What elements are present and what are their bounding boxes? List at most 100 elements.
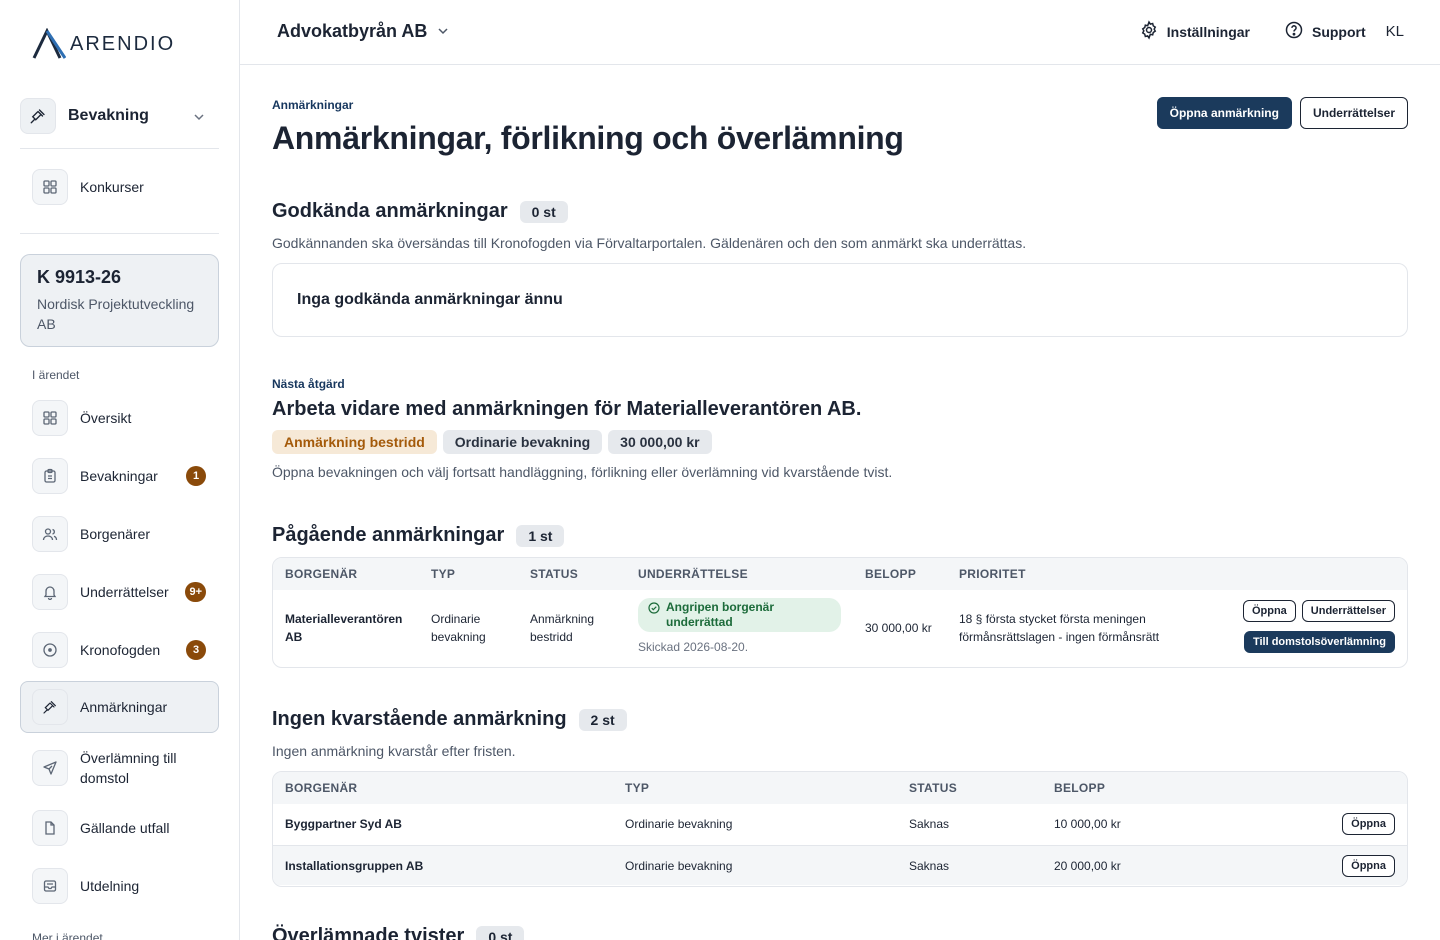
amount-cell: 10 000,00 kr bbox=[1054, 817, 1121, 831]
sidebar-item-anmarkningar[interactable]: Anmärkningar bbox=[20, 681, 219, 733]
sidebar-item-label: Gällande utfall bbox=[80, 820, 170, 836]
table-header: Borgenär Typ Status Underrättelse Belopp… bbox=[273, 558, 1407, 590]
gavel-icon bbox=[32, 689, 68, 725]
case-name: Nordisk Projektutveckling AB bbox=[37, 296, 195, 332]
module-switcher[interactable]: Bevakning bbox=[20, 96, 219, 136]
approved-empty-state: Inga godkända anmärkningar ännu bbox=[272, 263, 1408, 337]
amount-cell: 30 000,00 kr bbox=[865, 621, 932, 635]
ongoing-table: Borgenär Typ Status Underrättelse Belopp… bbox=[272, 557, 1408, 668]
chevron-down-icon bbox=[437, 21, 449, 42]
column-header: Belopp bbox=[1054, 781, 1106, 795]
table-row: Installationsgruppen AB Ordinarie bevakn… bbox=[273, 845, 1407, 885]
section-title: Godkända anmärkningar bbox=[272, 200, 508, 222]
section-label-more: Mer i ärendet bbox=[32, 931, 103, 940]
no-remaining-heading: Ingen kvarstående anmärkning 2 st bbox=[272, 708, 627, 731]
sidebar-item-label: Borgenärer bbox=[80, 526, 151, 542]
column-header: Status bbox=[909, 781, 958, 795]
section-title: Pågående anmärkningar bbox=[272, 524, 505, 546]
page-eyebrow[interactable]: Anmärkningar bbox=[272, 98, 353, 112]
open-button[interactable]: Öppna bbox=[1342, 813, 1395, 835]
open-button[interactable]: Öppna bbox=[1242, 600, 1296, 622]
gear-icon bbox=[1139, 20, 1159, 43]
column-header: Underrättelse bbox=[638, 567, 748, 581]
support-link[interactable]: Support bbox=[1284, 20, 1366, 43]
sidebar-item-gallande-utfall[interactable]: Gällande utfall bbox=[20, 802, 219, 854]
creditor-cell: Installationsgruppen AB bbox=[285, 859, 424, 873]
creditor-cell: Byggpartner Syd AB bbox=[285, 817, 402, 831]
grid-icon bbox=[32, 169, 68, 205]
next-action-description: Öppna bevakningen och välj fortsatt hand… bbox=[272, 464, 893, 480]
notices-button[interactable]: Underrättelser bbox=[1301, 600, 1395, 622]
divider bbox=[20, 233, 219, 234]
empty-state-text: Inga godkända anmärkningar ännu bbox=[297, 291, 563, 308]
logo[interactable]: ARENDIO bbox=[32, 28, 175, 60]
amount-cell: 20 000,00 kr bbox=[1054, 859, 1121, 873]
notice-sent-text: Skickad 2026-08-20. bbox=[638, 640, 749, 654]
page-title: Anmärkningar, förlikning och överlämning bbox=[272, 120, 904, 156]
sidebar: ARENDIO Bevakning Konkurser K 9913-26 No… bbox=[0, 0, 240, 940]
handed-over-heading: Överlämnade tvister 0 st bbox=[272, 925, 525, 940]
column-header: Prioritet bbox=[959, 567, 1026, 581]
notice-status-pill: Angripen borgenär underrättad bbox=[638, 598, 841, 632]
notices-button[interactable]: Underrättelser bbox=[1299, 97, 1408, 129]
org-name: Advokatbyrån AB bbox=[277, 21, 428, 41]
sidebar-item-borgenarer[interactable]: Borgenärer bbox=[20, 508, 219, 560]
next-action-eyebrow: Nästa åtgärd bbox=[272, 377, 345, 391]
count-badge: 3 bbox=[186, 640, 206, 660]
chevron-down-icon bbox=[193, 110, 205, 128]
row-actions-top: Öppna Underrättelser bbox=[1242, 600, 1395, 622]
type-cell: Ordinarie bevakning bbox=[625, 817, 733, 831]
table-row: Materialleverantören AB Ordinarie bevakn… bbox=[273, 590, 1407, 667]
sidebar-item-kronofogden[interactable]: Kronofogden 3 bbox=[20, 624, 219, 676]
no-remaining-table: Borgenär Typ Status Belopp Byggpartner S… bbox=[272, 771, 1408, 887]
count-pill: 2 st bbox=[578, 708, 627, 731]
status-cell: Saknas bbox=[909, 859, 950, 873]
section-label: I ärendet bbox=[32, 368, 80, 382]
status-cell: Saknas bbox=[909, 817, 950, 831]
support-label: Support bbox=[1311, 23, 1366, 40]
sidebar-item-label: Anmärkningar bbox=[80, 699, 168, 715]
section-title: Ingen kvarstående anmärkning bbox=[272, 708, 567, 730]
document-icon bbox=[32, 810, 68, 846]
sidebar-item-label: Kronofogden bbox=[80, 642, 161, 658]
sidebar-item-label: Bevakningar bbox=[80, 468, 158, 484]
amount-tag: 30 000,00 kr bbox=[608, 430, 712, 454]
sidebar-item-utdelning[interactable]: Utdelning bbox=[20, 860, 219, 912]
column-header: Belopp bbox=[865, 567, 917, 581]
bell-icon bbox=[32, 574, 68, 610]
sidebar-item-overlamning[interactable]: Överlämning till domstol bbox=[20, 742, 219, 794]
sidebar-item-oversikt[interactable]: Översikt bbox=[20, 392, 219, 444]
type-tag: Ordinarie bevakning bbox=[442, 430, 603, 454]
column-header: Borgenär bbox=[285, 567, 358, 581]
count-pill: 1 st bbox=[516, 524, 565, 547]
ongoing-heading: Pågående anmärkningar 1 st bbox=[272, 524, 565, 547]
sidebar-item-bevakningar[interactable]: Bevakningar 1 bbox=[20, 450, 219, 502]
next-action-tags: Anmärkning bestridd Ordinarie bevakning 30… bbox=[272, 430, 718, 454]
open-remark-button[interactable]: Öppna anmärkning bbox=[1156, 97, 1292, 129]
type-cell: Ordinarie bevakning bbox=[625, 859, 733, 873]
sidebar-item-konkurser[interactable]: Konkurser bbox=[20, 161, 219, 213]
send-icon bbox=[32, 750, 68, 786]
approved-description: Godkännanden ska översändas till Kronofo… bbox=[272, 235, 1027, 251]
column-header: Status bbox=[530, 567, 579, 581]
case-card[interactable]: K 9913-26 Nordisk Projektutveckling AB bbox=[20, 254, 219, 347]
user-avatar[interactable]: KL bbox=[1386, 23, 1404, 40]
sidebar-item-label: Underrättelser bbox=[80, 584, 169, 600]
sidebar-item-label: Utdelning bbox=[80, 878, 140, 894]
inbox-icon bbox=[32, 868, 68, 904]
help-icon bbox=[1284, 20, 1304, 43]
org-switcher[interactable]: Advokatbyrån AB bbox=[277, 21, 449, 42]
settings-link[interactable]: Inställningar bbox=[1139, 20, 1250, 43]
topbar: Advokatbyrån AB Inställningar Support KL bbox=[240, 0, 1440, 65]
priority-cell: 18 § första stycket första meningen förm… bbox=[959, 612, 1160, 644]
open-button[interactable]: Öppna bbox=[1342, 855, 1395, 877]
notice-status-text: Angripen borgenär underrättad bbox=[666, 600, 775, 629]
court-handover-button[interactable]: Till domstolsöverlämning bbox=[1243, 631, 1395, 653]
next-action-title: Arbeta vidare med anmärkningen för Mater… bbox=[272, 398, 862, 420]
grid-icon bbox=[32, 400, 68, 436]
sidebar-item-label: Överlämning till domstol bbox=[80, 750, 177, 786]
approved-heading: Godkända anmärkningar 0 st bbox=[272, 200, 568, 223]
check-circle-icon bbox=[648, 600, 660, 618]
sidebar-item-underrattelser[interactable]: Underrättelser 9+ bbox=[20, 566, 219, 618]
row-actions: Öppna Underrättelser Till domstolsöverlä… bbox=[1242, 600, 1395, 653]
